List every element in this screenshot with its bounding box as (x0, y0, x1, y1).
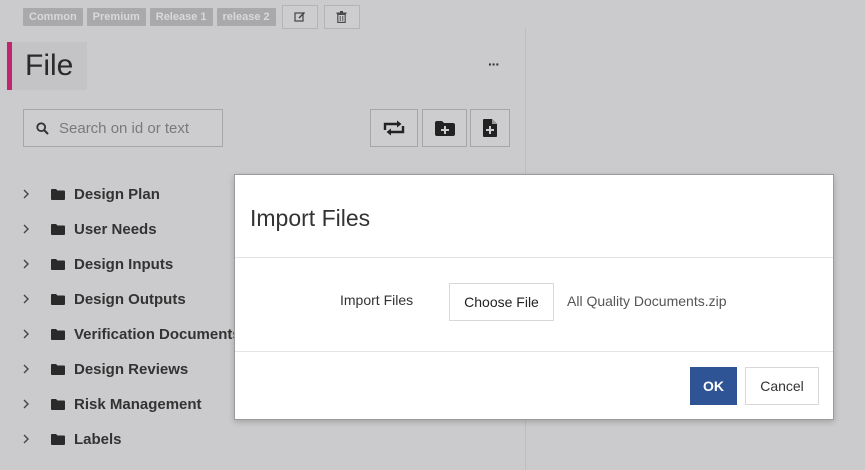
delete-tags-button[interactable] (323, 5, 360, 29)
more-options-button[interactable]: ··· (488, 56, 500, 72)
edit-icon (294, 11, 305, 22)
ok-button[interactable]: OK (690, 367, 737, 405)
tree-item-design-plan[interactable]: Design Plan (23, 182, 160, 206)
tag-common[interactable]: Common (23, 7, 83, 26)
folder-icon (51, 188, 65, 200)
import-files-dialog: Import Files Import Files Choose File Al… (234, 174, 834, 420)
chevron-right-icon[interactable] (23, 294, 33, 304)
tree-item-label: Labels (74, 430, 122, 448)
cancel-button[interactable]: Cancel (745, 367, 819, 405)
tree-item-risk-management[interactable]: Risk Management (23, 392, 202, 416)
chevron-right-icon[interactable] (23, 189, 33, 199)
title-bar: File (7, 42, 87, 90)
dialog-title: Import Files (250, 205, 371, 231)
title-accent (7, 42, 12, 90)
dialog-body: Import Files Choose File All Quality Doc… (235, 258, 833, 352)
folder-icon (51, 258, 65, 270)
tree-item-design-reviews[interactable]: Design Reviews (23, 357, 188, 381)
trash-icon (336, 11, 347, 23)
chevron-right-icon[interactable] (23, 434, 33, 444)
import-files-label: Import Files (340, 292, 414, 308)
tree-item-label: Design Outputs (74, 290, 186, 308)
chevron-right-icon[interactable] (23, 259, 33, 269)
search-box[interactable] (23, 109, 223, 147)
tag-release-1[interactable]: Release 1 (149, 7, 213, 26)
tree-item-label: Design Plan (74, 185, 160, 203)
folder-icon (51, 328, 65, 340)
sync-button[interactable] (370, 109, 418, 147)
dialog-header: Import Files (235, 175, 833, 258)
chevron-right-icon[interactable] (23, 329, 33, 339)
tag-release-2[interactable]: release 2 (216, 7, 276, 26)
folder-icon (51, 223, 65, 235)
add-file-icon (483, 119, 497, 137)
tree-item-label: Design Reviews (74, 360, 189, 378)
tree-item-design-inputs[interactable]: Design Inputs (23, 252, 173, 276)
tag-bar: Common Premium Release 1 release 2 (23, 4, 360, 29)
add-folder-button[interactable] (422, 109, 467, 147)
search-input[interactable] (59, 119, 209, 137)
selected-file-name: All Quality Documents.zip (567, 293, 727, 309)
edit-tags-button[interactable] (281, 5, 318, 29)
tree-item-label: User Needs (74, 220, 157, 238)
folder-icon (51, 293, 65, 305)
folder-icon (51, 363, 65, 375)
tag-premium[interactable]: Premium (86, 7, 146, 26)
chevron-right-icon[interactable] (23, 364, 33, 374)
tree-item-label: Verification Documents (74, 325, 241, 343)
page-title: File (25, 49, 74, 82)
folder-icon (51, 398, 65, 410)
tree-item-label: Risk Management (74, 395, 202, 413)
dialog-footer: OK Cancel (235, 352, 833, 420)
chevron-right-icon[interactable] (23, 224, 33, 234)
tree-item-label: Design Inputs (74, 255, 174, 273)
chevron-right-icon[interactable] (23, 399, 33, 409)
add-file-button[interactable] (470, 109, 510, 147)
search-icon (36, 121, 49, 135)
folder-icon (51, 433, 65, 445)
tree-item-labels[interactable]: Labels (23, 427, 122, 451)
tree-item-user-needs[interactable]: User Needs (23, 217, 157, 241)
add-folder-icon (434, 120, 455, 136)
sync-icon (383, 120, 405, 136)
choose-file-button[interactable]: Choose File (449, 283, 554, 321)
tree-item-verification-documents[interactable]: Verification Documents (23, 322, 241, 346)
tree-item-design-outputs[interactable]: Design Outputs (23, 287, 186, 311)
